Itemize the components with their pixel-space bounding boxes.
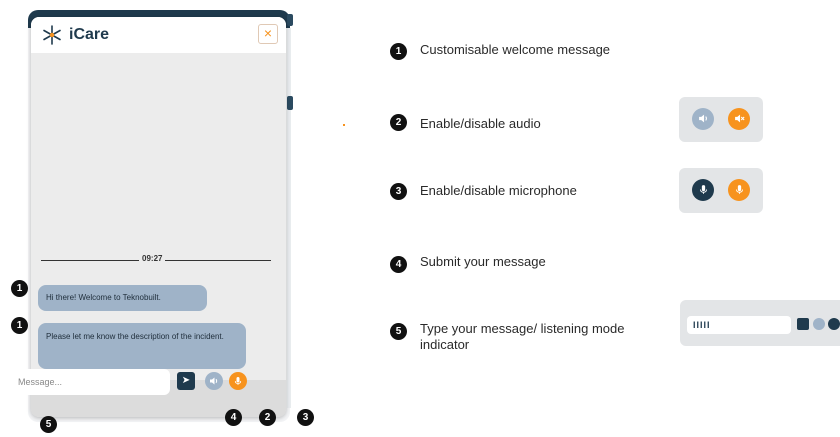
feature-number: 2 [390,114,407,131]
microphone-icon [699,185,707,194]
snowflake-logo-icon [43,25,61,45]
callout-1-welcome: 1 [11,280,28,297]
audio-off-button [728,108,750,130]
microphone-illustration [679,168,763,213]
microphone-off-button [728,179,750,201]
background-tab-marker [287,96,293,110]
feature-number: 1 [390,43,407,60]
audio-toggle-button[interactable] [205,372,223,390]
microphone-toggle-button[interactable] [229,372,247,390]
feature-label: Type your message/ listening mode indica… [420,321,625,352]
mini-send-icon [797,318,809,330]
listening-indicator-field: IIIII [687,316,791,334]
feature-label: Enable/disable microphone [420,183,577,198]
callout-2-audio: 2 [259,409,276,426]
feature-number: 5 [390,323,407,340]
microphone-icon [234,377,242,385]
microphone-on-button [692,179,714,201]
prompt-message-bubble: Please let me know the description of th… [38,323,246,369]
close-button[interactable]: × [258,24,278,44]
speaker-icon [698,114,707,123]
welcome-message-bubble: Hi there! Welcome to Teknobuilt. [38,285,207,311]
feature-label: Customisable welcome message [420,42,611,57]
chat-header: iCare × [31,17,286,53]
callout-3-microphone: 3 [297,409,314,426]
send-button[interactable]: ➤ [177,372,195,390]
feature-number: 4 [390,256,407,273]
brand-name: iCare [69,26,110,43]
microphone-icon [735,185,743,194]
feature-label: Enable/disable audio [420,116,541,131]
mini-microphone-icon [828,318,840,330]
callout-5-input: 5 [40,416,57,433]
background-tab-marker [287,14,293,26]
feature-label: Submit your message [420,254,546,269]
speaker-muted-icon [734,114,745,123]
callout-4-send: 4 [225,409,242,426]
callout-1-message: 1 [11,317,28,334]
chat-widget: iCare × 09:27 Hi there! Welcome to Tekno… [31,17,286,417]
audio-on-button [692,108,714,130]
message-time: 09:27 [139,254,166,263]
message-input[interactable] [10,369,170,395]
decorative-dot [343,124,345,126]
feature-number: 3 [390,183,407,200]
mini-speaker-icon [813,318,825,330]
background-app-edge [287,28,291,408]
speaker-icon [210,377,218,385]
audio-illustration [679,97,763,142]
